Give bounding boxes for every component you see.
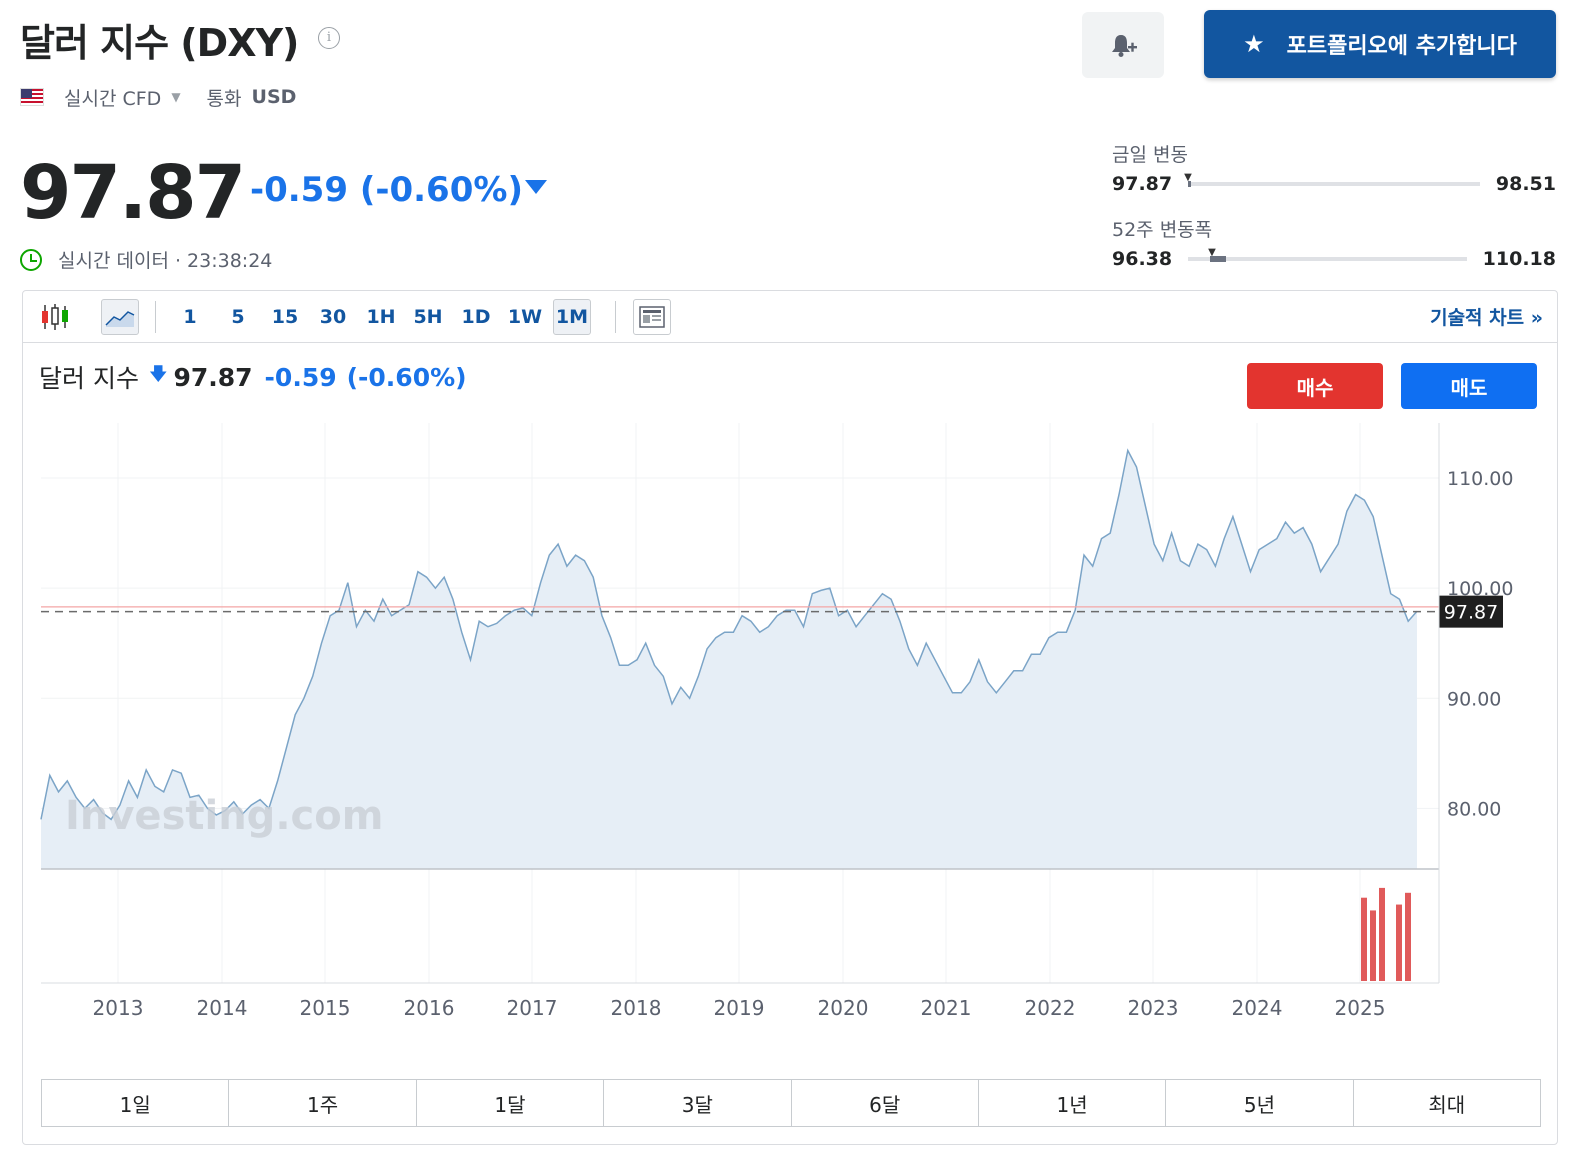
news-layout-icon[interactable]	[633, 299, 671, 335]
daily-range-track: ▼	[1184, 172, 1480, 187]
price-change: -0.59 (-0.60%)	[250, 170, 523, 210]
week52-range-track: ▼	[1188, 247, 1467, 262]
interval-30[interactable]: 30	[315, 299, 351, 335]
interval-5[interactable]: 5	[223, 299, 253, 335]
week52-range-label: 52주 변동폭	[1112, 219, 1213, 241]
x-tick-label: 2019	[714, 996, 765, 1020]
interval-1[interactable]: 1	[175, 299, 205, 335]
us-flag-icon	[20, 88, 44, 106]
x-tick-label: 2016	[404, 996, 455, 1020]
daily-range: 금일 변동 97.87 ▼ 98.51	[1112, 140, 1556, 195]
week52-range-fill	[1210, 256, 1227, 262]
toolbar-divider	[155, 301, 156, 333]
week52-range: 52주 변동폭 96.38 ▼ 110.18	[1112, 215, 1556, 270]
page-title: 달러 지수 (DXY)	[20, 21, 299, 65]
market-type[interactable]: 실시간 CFD	[64, 84, 161, 111]
week52-range-low: 96.38	[1112, 248, 1173, 270]
interval-1d[interactable]: 1D	[457, 299, 495, 335]
add-to-portfolio-button[interactable]: ★ 포트폴리오에 추가합니다	[1204, 10, 1556, 78]
interval-15[interactable]: 15	[267, 299, 303, 335]
candlestick-svg	[42, 304, 68, 330]
info-icon[interactable]: i	[318, 27, 340, 49]
interval-1m[interactable]: 1M	[553, 299, 591, 335]
currency-label: 통화	[206, 87, 242, 110]
instrument-meta: 실시간 CFD ▼ 통화 USD	[20, 84, 296, 110]
volume-bar	[1361, 897, 1367, 981]
daily-range-low: 97.87	[1112, 173, 1173, 195]
clock-icon	[20, 248, 42, 271]
x-tick-label: 2023	[1128, 996, 1179, 1020]
area-chart-svg	[105, 311, 135, 327]
period-1d[interactable]: 1일	[42, 1080, 230, 1126]
technical-chart-link[interactable]: 기술적 차트 »	[1430, 303, 1543, 330]
interval-1h[interactable]: 1H	[363, 299, 399, 335]
add-alert-button[interactable]	[1082, 12, 1164, 78]
period-6m[interactable]: 6달	[792, 1080, 979, 1126]
chart-panel: 1 5 15 30 1H 5H 1D 1W 1M 기술적 차트 » 달러 지수 …	[22, 290, 1558, 1145]
x-tick-label: 2022	[1025, 996, 1076, 1020]
period-1m[interactable]: 1달	[417, 1080, 605, 1126]
daily-range-high: 98.51	[1495, 173, 1556, 195]
period-5y[interactable]: 5년	[1166, 1080, 1354, 1126]
star-icon: ★	[1243, 30, 1265, 58]
interval-5h[interactable]: 5H	[409, 299, 447, 335]
period-selector: 1일 1주 1달 3달 6달 1년 5년 최대	[41, 1079, 1541, 1127]
y-tick-label: 80.00	[1447, 798, 1501, 820]
x-tick-label: 2018	[611, 996, 662, 1020]
volume-bar	[1405, 892, 1411, 981]
period-max[interactable]: 최대	[1354, 1080, 1540, 1126]
chart-toolbar: 1 5 15 30 1H 5H 1D 1W 1M 기술적 차트 »	[23, 291, 1557, 343]
candlestick-chart-icon[interactable]	[35, 299, 75, 335]
x-tick-label: 2025	[1335, 996, 1386, 1020]
area-chart-icon[interactable]	[101, 299, 139, 335]
currency-value: USD	[251, 86, 297, 108]
x-tick-label: 2021	[921, 996, 972, 1020]
x-tick-label: 2017	[507, 996, 558, 1020]
x-tick-label: 2024	[1232, 996, 1283, 1020]
volume-bar	[1379, 887, 1385, 981]
volume-bar	[1370, 910, 1376, 981]
period-1w[interactable]: 1주	[229, 1080, 417, 1126]
price-chart[interactable]: 2013 2014 2015 2016 2017 2018 2019 2020 2021 2022…	[23, 343, 1557, 1078]
y-tick-label: 110.00	[1447, 468, 1513, 490]
period-1y[interactable]: 1년	[979, 1080, 1167, 1126]
volume-bar	[1396, 904, 1402, 981]
x-tick-label: 2020	[818, 996, 869, 1020]
interval-1w[interactable]: 1W	[505, 299, 545, 335]
period-3m[interactable]: 3달	[604, 1080, 792, 1126]
news-layout-svg	[639, 306, 665, 328]
x-tick-label: 2013	[93, 996, 144, 1020]
daily-range-fill	[1188, 181, 1192, 187]
add-to-portfolio-label: 포트폴리오에 추가합니다	[1286, 34, 1517, 59]
chevron-down-icon[interactable]: ▼	[171, 90, 180, 104]
current-price: 97.87	[20, 150, 246, 236]
bell-plus-icon	[1112, 35, 1137, 57]
data-status: 실시간 데이터 · 23:38:24	[20, 246, 272, 273]
current-price-label: 97.87	[1444, 602, 1498, 624]
data-status-text: 실시간 데이터 · 23:38:24	[58, 250, 273, 272]
toolbar-divider	[615, 301, 616, 333]
down-arrow-icon	[525, 180, 547, 194]
daily-range-label: 금일 변동	[1112, 144, 1188, 166]
y-tick-label: 90.00	[1447, 688, 1501, 710]
week52-range-high: 110.18	[1482, 248, 1556, 270]
x-tick-label: 2014	[197, 996, 248, 1020]
investing-watermark: Investing.com	[65, 793, 383, 839]
x-tick-label: 2015	[300, 996, 351, 1020]
